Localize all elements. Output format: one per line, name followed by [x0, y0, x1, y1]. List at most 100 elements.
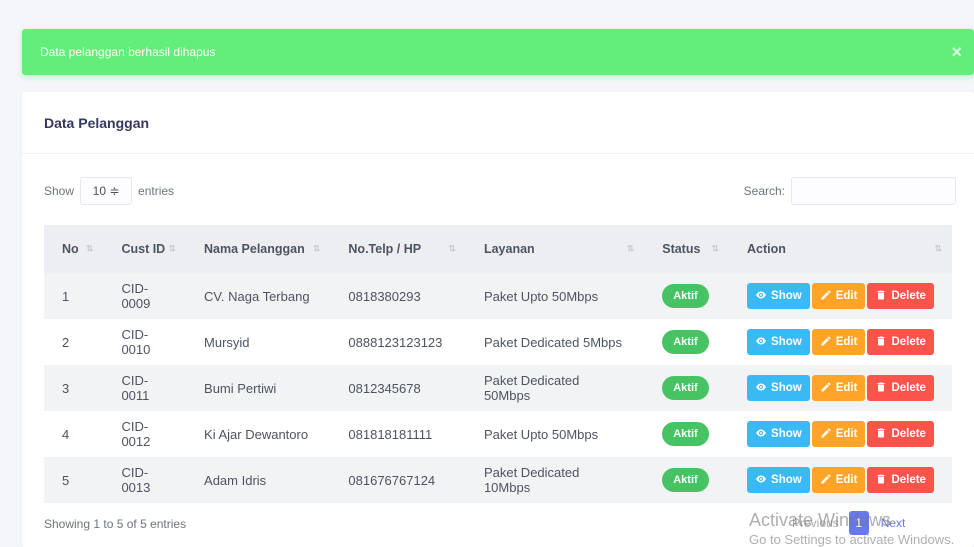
search-label: Search: — [743, 184, 785, 198]
edit-button[interactable]: Edit — [811, 421, 866, 447]
trash-icon — [875, 335, 887, 350]
cell-status: Aktif — [644, 319, 730, 365]
search-control: Search: — [744, 177, 956, 205]
action-group: Show Edit Delete — [747, 467, 934, 493]
show-label: Show — [771, 290, 802, 302]
edit-button[interactable]: Edit — [811, 375, 866, 401]
cell-cust-id: CID-0011 — [103, 365, 187, 411]
column-header-layanan[interactable]: Layanan ⇅ — [465, 225, 645, 273]
column-header-status[interactable]: Status ⇅ — [644, 225, 730, 273]
cell-nama-pelanggan: Ki Ajar Dewantoro — [186, 411, 331, 457]
column-header-action[interactable]: Action ⇅ — [729, 225, 952, 273]
column-header-no[interactable]: No ⇅ — [44, 225, 104, 273]
pencil-icon — [820, 381, 832, 396]
cell-status: Aktif — [644, 273, 730, 319]
search-input[interactable] — [791, 177, 956, 205]
table-controls: Show 10 ≑ entries Search: — [44, 177, 956, 205]
delete-button[interactable]: Delete — [867, 467, 934, 493]
action-group: Show Edit Delete — [747, 329, 934, 355]
cell-cust-id: CID-0012 — [103, 411, 187, 457]
cell-action: Show Edit Delete — [729, 411, 952, 457]
cell-cust-id: CID-0013 — [103, 457, 187, 503]
trash-icon — [875, 427, 887, 442]
cell-action: Show Edit Delete — [729, 273, 952, 319]
show-button[interactable]: Show — [747, 467, 810, 493]
table-info: Showing 1 to 5 of 5 entries — [44, 517, 187, 531]
table-row: 3 CID-0011 Bumi Pertiwi 0812345678 Paket Ded… — [44, 365, 952, 411]
edit-button[interactable]: Edit — [811, 329, 866, 355]
edit-button[interactable]: Edit — [811, 283, 866, 309]
column-header-telp[interactable]: No.Telp / HP ⇅ — [330, 225, 466, 273]
length-control: Show 10 ≑ entries — [44, 177, 174, 205]
pencil-icon — [820, 473, 832, 488]
sort-icon: ⇅ — [448, 243, 456, 254]
cell-status: Aktif — [644, 365, 730, 411]
sort-icon: ⇅ — [312, 243, 321, 254]
delete-button[interactable]: Delete — [867, 375, 934, 401]
status-badge: Aktif — [662, 330, 709, 354]
cell-action: Show Edit Delete — [729, 457, 952, 503]
cell-no: 3 — [44, 365, 104, 411]
cell-nama-pelanggan: CV. Naga Terbang — [186, 273, 331, 319]
data-card: Data Pelanggan Show 10 ≑ entries Search:… — [22, 92, 974, 547]
delete-label: Delete — [891, 428, 926, 440]
card-title: Data Pelanggan — [44, 114, 150, 131]
activation-watermark: Activate Windows Go to Settings to activ… — [749, 510, 954, 547]
action-group: Show Edit Delete — [747, 375, 934, 401]
status-badge: Aktif — [662, 376, 709, 400]
alert-message: Data pelanggan berhasil dihapus — [40, 45, 216, 59]
cell-layanan: Paket Upto 50Mbps — [465, 273, 645, 319]
delete-label: Delete — [891, 474, 926, 486]
card-header: Data Pelanggan — [22, 92, 974, 154]
show-button[interactable]: Show — [747, 329, 810, 355]
table-row: 5 CID-0013 Adam Idris 081676767124 Paket Ded… — [44, 457, 952, 503]
status-badge: Aktif — [662, 284, 709, 308]
pencil-icon — [820, 289, 832, 304]
table-row: 1 CID-0009 CV. Naga Terbang 0818380293 Paket… — [44, 273, 952, 319]
cell-no: 1 — [44, 273, 104, 319]
show-button[interactable]: Show — [747, 283, 810, 309]
show-button[interactable]: Show — [747, 375, 810, 401]
sort-icon: ⇅ — [711, 243, 720, 254]
eye-icon — [755, 381, 767, 396]
column-header-nama-pelanggan[interactable]: Nama Pelanggan ⇅ — [186, 225, 331, 273]
show-label: Show — [44, 184, 75, 198]
close-icon[interactable]: × — [951, 42, 962, 63]
action-group: Show Edit Delete — [747, 283, 934, 309]
eye-icon — [755, 427, 767, 442]
action-group: Show Edit Delete — [747, 421, 934, 447]
sort-icon: ⇅ — [85, 243, 94, 254]
show-button[interactable]: Show — [747, 421, 810, 447]
table-row: 4 CID-0012 Ki Ajar Dewantoro 081818181111 Pa… — [44, 411, 952, 457]
delete-label: Delete — [891, 290, 926, 302]
show-label: Show — [771, 428, 802, 440]
cell-action: Show Edit Delete — [729, 319, 952, 365]
cell-no: 4 — [44, 411, 104, 457]
show-label: Show — [771, 474, 802, 486]
delete-button[interactable]: Delete — [867, 421, 934, 447]
trash-icon — [875, 289, 887, 304]
sort-icon: ⇅ — [934, 243, 942, 254]
cell-layanan: Paket Dedicated 5Mbps — [465, 319, 645, 365]
delete-button[interactable]: Delete — [867, 283, 934, 309]
cell-telp: 081676767124 — [330, 457, 466, 503]
table-header-row: No ⇅ Cust ID ⇅ Nama Pelanggan ⇅ No.Telp / H… — [44, 225, 952, 273]
cell-telp: 0888123123123 — [330, 319, 466, 365]
cell-telp: 081818181111 — [330, 411, 466, 457]
cell-cust-id: CID-0009 — [103, 273, 187, 319]
delete-label: Delete — [891, 382, 926, 394]
entries-label: entries — [138, 184, 175, 198]
delete-button[interactable]: Delete — [867, 329, 934, 355]
cell-telp: 0818380293 — [330, 273, 466, 319]
cell-status: Aktif — [644, 411, 730, 457]
cell-action: Show Edit Delete — [729, 365, 952, 411]
entries-select[interactable]: 10 ≑ — [80, 177, 133, 205]
pencil-icon — [820, 335, 832, 350]
column-header-cust-id[interactable]: Cust ID ⇅ — [103, 225, 187, 273]
cell-no: 2 — [44, 319, 104, 365]
cell-nama-pelanggan: Mursyid — [186, 319, 331, 365]
cell-no: 5 — [44, 457, 104, 503]
edit-button[interactable]: Edit — [811, 467, 866, 493]
eye-icon — [755, 335, 767, 350]
table-row: 2 CID-0010 Mursyid 0888123123123 Paket Dedic… — [44, 319, 952, 365]
